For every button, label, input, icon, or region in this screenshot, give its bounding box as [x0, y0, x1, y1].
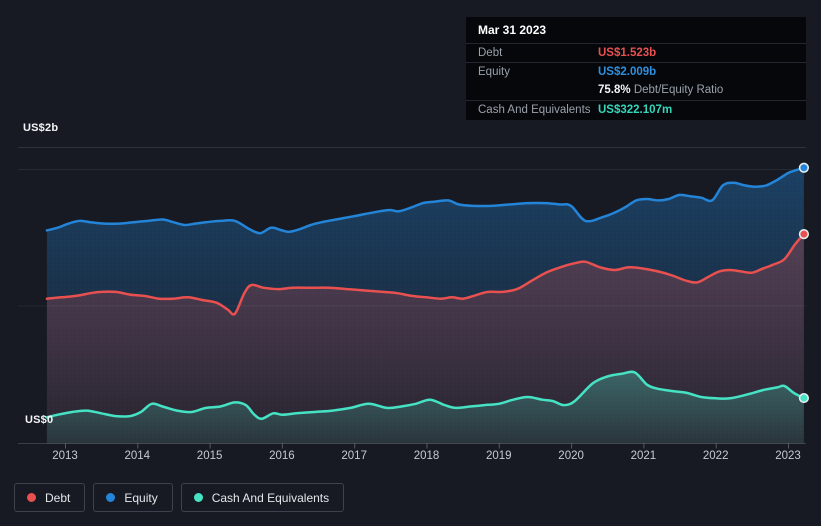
x-axis-label-2013: 2013 — [52, 450, 78, 462]
tooltip-row-cash: Cash And Equivalents US$322.107m — [466, 100, 806, 119]
equity-endpoint-dot[interactable] — [798, 162, 810, 173]
legend-item-debt[interactable]: Debt — [14, 483, 86, 512]
debt-equity-history-chart: US$2b US$0 2013 2014 2015 2016 2017 2018 2019 2… — [0, 0, 821, 526]
tooltip-ratio: 75.8% Debt/Equity Ratio — [598, 84, 724, 96]
cash-and-equivalents-endpoint-dot[interactable] — [798, 392, 810, 404]
tooltip-row-equity: Equity US$2.009b — [466, 62, 806, 81]
x-axis-label-2016: 2016 — [269, 450, 295, 462]
x-axis-label-2018: 2018 — [413, 450, 440, 462]
legend-item-equity[interactable]: Equity — [93, 483, 173, 512]
tooltip-date: Mar 31 2023 — [478, 23, 547, 37]
legend-item-label: Equity — [124, 490, 158, 505]
cash-series-dot-icon — [193, 493, 203, 502]
x-axis-label-2020: 2020 — [558, 450, 584, 462]
x-axis-label-2019: 2019 — [486, 450, 512, 462]
tooltip-row-ratio: 75.8% Debt/Equity Ratio — [466, 81, 806, 100]
x-axis-label-2017: 2017 — [341, 450, 367, 462]
debt-endpoint-dot[interactable] — [798, 229, 810, 240]
legend-item-cash[interactable]: Cash And Equivalents — [180, 483, 345, 512]
x-axis-label-2015: 2015 — [196, 450, 223, 462]
tooltip-cash-value: US$322.107m — [598, 104, 673, 116]
debt-series-dot-icon — [27, 493, 36, 502]
tooltip-debt-label: Debt — [478, 47, 503, 59]
tooltip-equity-value: US$2.009b — [598, 66, 657, 78]
x-axis-label-2014: 2014 — [124, 450, 151, 462]
chart-legend: Debt Equity Cash And Equivalents — [14, 483, 345, 512]
tooltip-equity-label: Equity — [478, 66, 510, 78]
tooltip-row-debt: Debt US$1.523b — [466, 43, 806, 62]
x-axis-label-2023: 2023 — [775, 450, 801, 462]
legend-item-label: Debt — [45, 490, 71, 505]
y-axis-label-zero: US$0 — [25, 414, 54, 426]
equity-series-dot-icon — [106, 493, 116, 502]
x-axis-label-2021: 2021 — [630, 450, 657, 462]
x-axis-label-2022: 2022 — [702, 450, 729, 462]
tooltip-debt-value: US$1.523b — [598, 47, 657, 59]
y-axis-label-max: US$2b — [23, 122, 59, 134]
legend-item-label: Cash And Equivalents — [211, 490, 330, 505]
chart-tooltip: Mar 31 2023 Debt US$1.523b Equity US$2.0… — [466, 17, 806, 120]
tooltip-cash-label: Cash And Equivalents — [478, 104, 591, 116]
